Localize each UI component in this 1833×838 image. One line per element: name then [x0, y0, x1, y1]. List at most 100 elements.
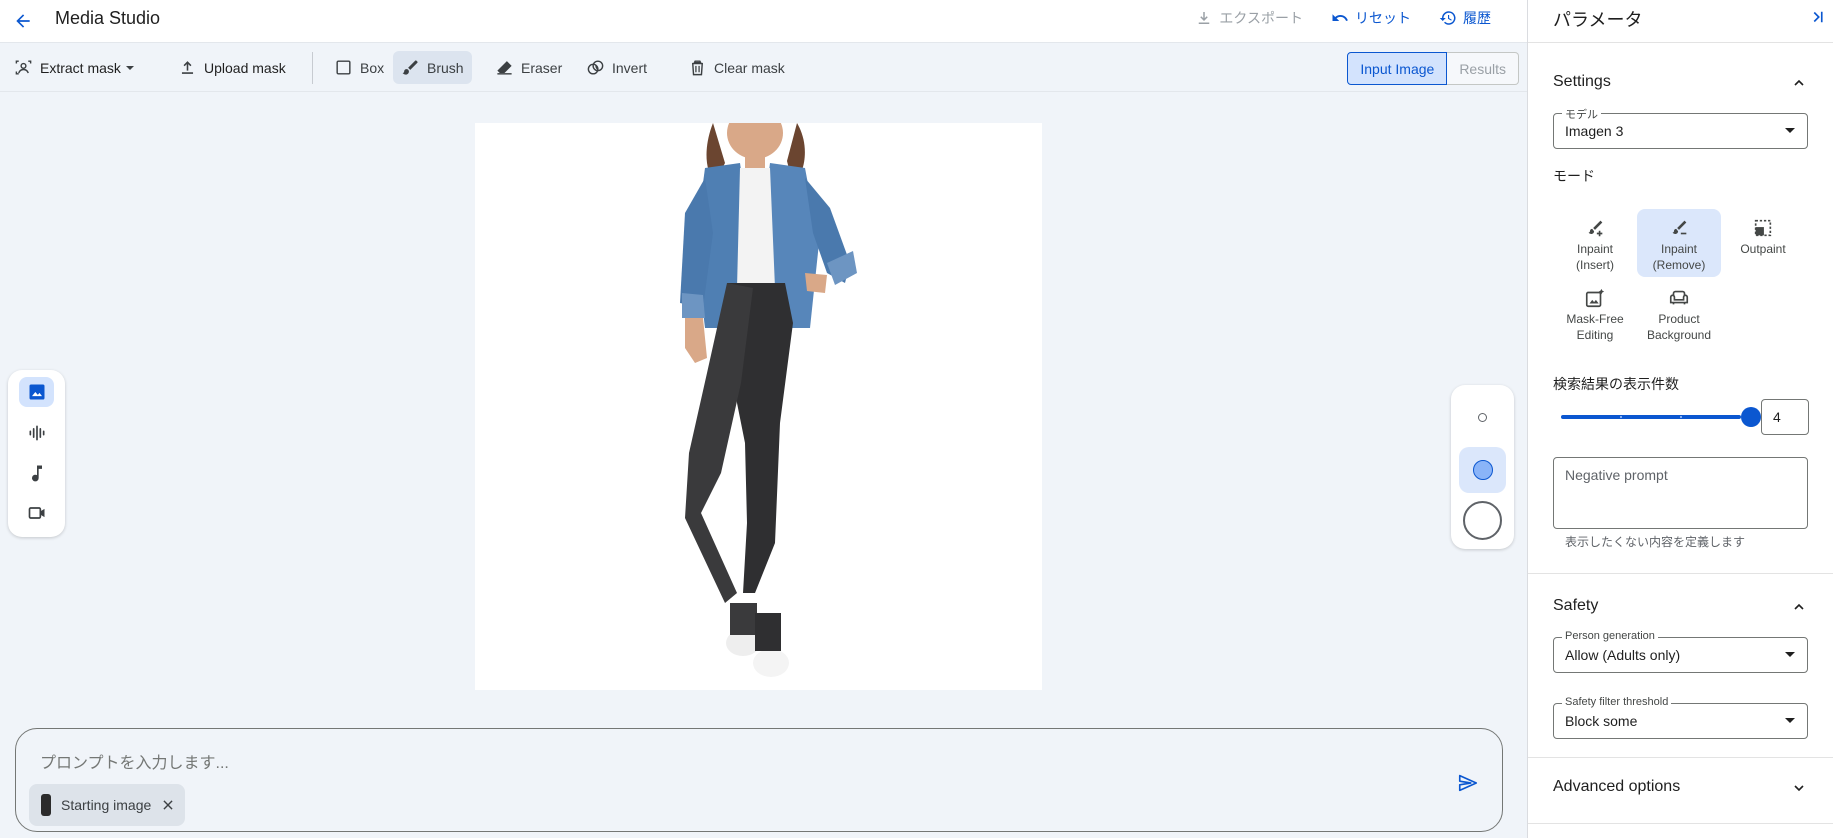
- invert-tool-button[interactable]: Invert: [578, 51, 655, 84]
- upload-mask-button[interactable]: Upload mask: [170, 51, 294, 84]
- brush-plus-icon: [1588, 220, 1603, 237]
- brush-label: Brush: [427, 59, 464, 76]
- prompt-input[interactable]: プロンプトを入力します...: [40, 749, 229, 773]
- outpaint-icon: [1754, 219, 1772, 237]
- safety-filter-value: Block some: [1565, 713, 1638, 729]
- brush-size-rail: [1451, 385, 1514, 549]
- upload-icon: [181, 61, 194, 74]
- back-arrow-icon[interactable]: [9, 7, 37, 35]
- audio-waveform-icon[interactable]: [19, 418, 54, 448]
- person-generation-select[interactable]: Person generation Allow (Adults only): [1553, 630, 1808, 673]
- mask-toolbar: Extract mask Upload mask Box Brush Erase…: [0, 42, 1527, 92]
- mode-outpaint[interactable]: Outpaint: [1721, 209, 1805, 277]
- chevron-up-icon[interactable]: [1791, 599, 1807, 615]
- view-toggle: Input Image Results: [1347, 52, 1519, 85]
- invert-icon: [587, 60, 604, 75]
- eraser-label: Eraser: [521, 59, 563, 76]
- send-icon[interactable]: [1454, 769, 1482, 797]
- brush-icon: [402, 60, 418, 75]
- export-button[interactable]: エクスポート: [1181, 6, 1317, 30]
- prompt-box: プロンプトを入力します... Starting image: [15, 728, 1503, 832]
- negative-prompt-placeholder: Negative prompt: [1565, 467, 1668, 483]
- trash-icon: [691, 60, 704, 76]
- safety-filter-label: Safety filter threshold: [1562, 696, 1672, 708]
- negative-prompt-hint: 表示したくない内容を定義します: [1565, 535, 1746, 549]
- mode-mask-free-editing[interactable]: Mask-Free Editing: [1553, 279, 1637, 347]
- history-icon: [1439, 11, 1456, 25]
- caret-down-icon: [125, 65, 134, 70]
- chip-label: Starting image: [61, 797, 152, 813]
- page-title: Media Studio: [55, 8, 161, 28]
- header-actions: エクスポート リセット 履歴: [1181, 6, 1505, 30]
- brush-size-small[interactable]: [1459, 394, 1506, 440]
- music-note-icon[interactable]: [19, 458, 54, 488]
- mode-product-background[interactable]: Product Background: [1637, 279, 1721, 347]
- toolbar-divider: [312, 52, 313, 84]
- brush-size-medium[interactable]: [1459, 447, 1506, 493]
- eraser-icon: [497, 61, 512, 75]
- mode-label-line2: (Insert): [1575, 258, 1614, 272]
- result-count-label: 検索結果の表示件数: [1553, 376, 1679, 392]
- image-sparkle-icon: [1585, 288, 1605, 308]
- mode-label-line1: Inpaint: [1576, 242, 1614, 256]
- panel-divider: [1528, 42, 1833, 43]
- square-icon: [336, 60, 351, 75]
- mode-inpaint-remove[interactable]: Inpaint (Remove): [1637, 209, 1721, 277]
- reset-button[interactable]: リセット: [1317, 6, 1425, 30]
- safety-filter-select[interactable]: Safety filter threshold Block some: [1553, 696, 1808, 739]
- image-icon[interactable]: [19, 377, 54, 407]
- slider-tick: [1680, 416, 1682, 418]
- mode-label-line2: Background: [1646, 328, 1712, 342]
- tab-input-image[interactable]: Input Image: [1347, 52, 1448, 85]
- mode-inpaint-insert[interactable]: Inpaint (Insert): [1553, 209, 1637, 277]
- eraser-tool-button[interactable]: Eraser: [487, 51, 570, 84]
- person-generation-value: Allow (Adults only): [1565, 647, 1681, 663]
- top-bar: Media Studio エクスポート リセット 履歴: [0, 0, 1527, 42]
- close-icon[interactable]: [161, 798, 175, 812]
- model-select[interactable]: モデル Imagen 3: [1553, 106, 1808, 149]
- export-label: エクスポート: [1219, 10, 1303, 26]
- brush-size-large[interactable]: [1459, 497, 1506, 543]
- small-circle-icon: [1478, 412, 1487, 422]
- box-tool-button[interactable]: Box: [326, 51, 392, 84]
- dropdown-arrow-icon: [1785, 718, 1795, 723]
- download-icon: [1199, 12, 1210, 24]
- clear-mask-button[interactable]: Clear mask: [680, 51, 793, 84]
- negative-prompt-field[interactable]: Negative prompt: [1553, 457, 1808, 529]
- panel-divider: [1528, 757, 1833, 758]
- chevron-up-icon[interactable]: [1791, 75, 1807, 91]
- extract-mask-label: Extract mask: [40, 59, 121, 76]
- mode-label-line1: Outpaint: [1740, 242, 1786, 256]
- mode-label: モード: [1553, 168, 1595, 184]
- result-count-input[interactable]: 4: [1761, 399, 1809, 435]
- result-count-slider-track[interactable]: [1561, 415, 1741, 419]
- panel-divider: [1528, 823, 1833, 824]
- large-circle-icon: [1463, 500, 1502, 540]
- input-image[interactable]: [475, 123, 1042, 690]
- collapse-panel-icon[interactable]: [1809, 8, 1827, 31]
- history-label: 履歴: [1463, 10, 1491, 26]
- media-type-rail: [8, 370, 65, 537]
- advanced-options-title[interactable]: Advanced options: [1553, 778, 1680, 796]
- starting-image-chip[interactable]: Starting image: [29, 784, 186, 826]
- fashion-model-photo: [680, 123, 857, 677]
- history-button[interactable]: 履歴: [1425, 6, 1505, 30]
- reset-label: リセット: [1355, 10, 1411, 26]
- mode-label-line1: Inpaint: [1660, 242, 1698, 256]
- extract-mask-button[interactable]: Extract mask: [6, 51, 142, 84]
- upload-mask-label: Upload mask: [204, 59, 286, 76]
- dropdown-arrow-icon: [1785, 652, 1795, 657]
- panel-title: パラメータ: [1553, 10, 1643, 30]
- extract-mask-icon: [15, 60, 32, 75]
- brush-tool-button[interactable]: Brush: [393, 51, 472, 84]
- dropdown-arrow-icon: [1785, 128, 1795, 133]
- slider-tick: [1620, 416, 1622, 418]
- mode-label-line1: Mask-Free: [1566, 312, 1624, 326]
- mode-label-line2: (Remove): [1652, 258, 1706, 272]
- chevron-down-icon[interactable]: [1791, 780, 1807, 796]
- tab-results[interactable]: Results: [1447, 52, 1519, 85]
- sofa-icon: [1669, 290, 1689, 305]
- person-generation-label: Person generation: [1562, 630, 1658, 642]
- result-count-slider-thumb[interactable]: [1741, 407, 1761, 427]
- video-camera-icon[interactable]: [19, 498, 54, 528]
